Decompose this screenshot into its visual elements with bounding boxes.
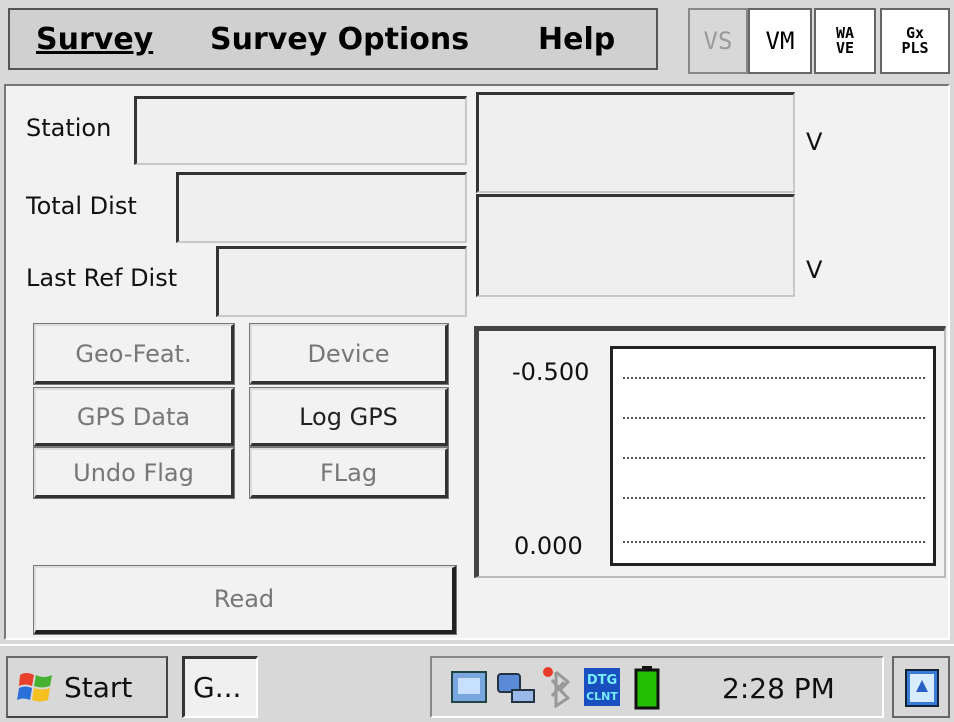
reading-2-field[interactable] [476, 194, 795, 297]
gridline [623, 457, 925, 459]
vs-toolbar-button[interactable]: VS [688, 8, 748, 74]
dtg-client-icon[interactable]: DTG CLNT [582, 666, 622, 708]
geo-feat-button[interactable]: Geo-Feat. [33, 323, 235, 385]
gx-pls-label: Gx PLS [901, 24, 929, 57]
windows-flag-icon [17, 673, 52, 702]
last-ref-dist-label: Last Ref Dist [26, 264, 178, 292]
svg-text:DTG: DTG [587, 673, 617, 688]
menu-bar: Survey Survey Options Help VS VM WA VE Gx… [0, 0, 954, 80]
gx-pls-toolbar-button[interactable]: Gx PLS [880, 8, 950, 74]
menu-help[interactable]: Help [538, 22, 615, 57]
clock[interactable]: 2:28 PM [722, 672, 835, 705]
vm-label: VM [765, 27, 795, 55]
wave-toolbar-button[interactable]: WA VE [814, 8, 876, 74]
vs-label: VS [703, 27, 733, 55]
gridline [623, 497, 925, 499]
read-button[interactable]: Read [33, 565, 457, 635]
gridline [623, 417, 925, 419]
svg-text:CLNT: CLNT [586, 690, 618, 703]
total-dist-field[interactable] [176, 172, 467, 243]
start-button[interactable]: Start [6, 656, 168, 718]
bluetooth-icon[interactable] [542, 666, 578, 708]
gridline [623, 377, 925, 379]
vm-toolbar-button[interactable]: VM [748, 8, 812, 74]
chart-plot-area [610, 346, 936, 566]
log-gps-button[interactable]: Log GPS [249, 387, 449, 447]
reading-1-field[interactable] [476, 92, 795, 193]
desktop-icon [905, 669, 939, 707]
show-desktop-button[interactable] [892, 656, 950, 718]
connection-icon[interactable] [494, 668, 538, 708]
menu-survey-options[interactable]: Survey Options [210, 22, 469, 57]
reading-1-unit: V [806, 128, 823, 156]
total-dist-label: Total Dist [26, 192, 137, 220]
menu-survey[interactable]: Survey [36, 22, 153, 57]
taskbar-app-button[interactable]: G... [182, 656, 258, 718]
y-axis-bottom-label: 0.000 [514, 532, 583, 560]
undo-flag-button[interactable]: Undo Flag [33, 447, 235, 499]
device-button[interactable]: Device [249, 323, 449, 385]
station-field[interactable] [134, 96, 467, 165]
start-label: Start [64, 670, 133, 704]
last-ref-dist-field[interactable] [216, 246, 467, 317]
system-tray: DTG CLNT 2:28 PM [430, 656, 884, 718]
flag-button[interactable]: FLag [249, 447, 449, 499]
gridline [623, 541, 925, 543]
menu-bar-frame: Survey Survey Options Help [8, 8, 658, 70]
wave-label: WA VE [835, 24, 855, 57]
reading-2-unit: V [806, 256, 823, 284]
station-label: Station [26, 114, 112, 142]
battery-icon[interactable] [634, 666, 660, 710]
gps-data-button[interactable]: GPS Data [33, 387, 235, 447]
menu-survey-label: Survey [36, 22, 154, 57]
network-icon[interactable] [450, 668, 490, 708]
y-axis-top-label: -0.500 [512, 358, 590, 386]
